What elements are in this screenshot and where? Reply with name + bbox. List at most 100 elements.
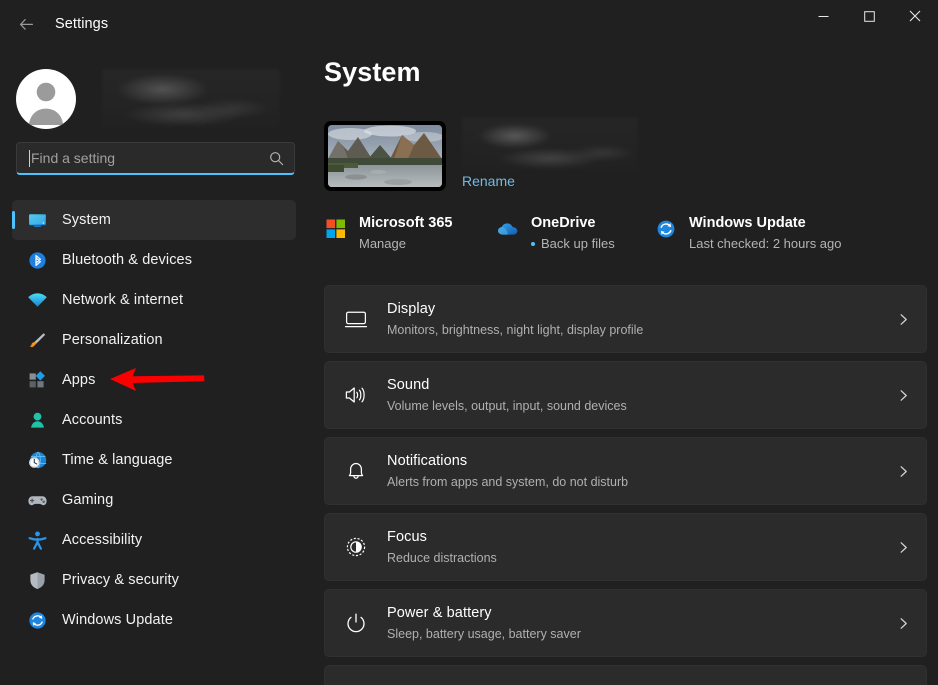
settings-card-focus[interactable]: Focus Reduce distractions (324, 513, 927, 581)
settings-card-power-battery[interactable]: Power & battery Sleep, battery usage, ba… (324, 589, 927, 657)
accessibility-icon (26, 529, 48, 551)
card-title: Power & battery (387, 605, 492, 621)
chevron-right-icon (897, 389, 910, 402)
window-title: Settings (55, 16, 109, 32)
quick-link-sub: Last checked: 2 hours ago (689, 236, 842, 251)
sidebar-item-accessibility[interactable]: Accessibility (12, 520, 296, 560)
quick-link-sub: Manage (359, 236, 406, 251)
maximize-button[interactable] (846, 0, 892, 32)
search-box[interactable] (16, 142, 295, 175)
quick-link-title: OneDrive (531, 215, 596, 231)
text-caret (29, 149, 30, 167)
profile-name-redacted (102, 69, 280, 129)
quick-link-title: Windows Update (689, 215, 806, 231)
card-subtitle: Sleep, battery usage, battery saver (387, 627, 581, 641)
display-monitor-icon (343, 306, 369, 332)
shield-icon (26, 569, 48, 591)
chevron-right-icon (897, 313, 910, 326)
chevron-right-icon (897, 465, 910, 478)
sidebar: System Bluetooth & devices (0, 48, 312, 685)
accounts-icon (26, 409, 48, 431)
settings-card-partial-next[interactable] (324, 665, 927, 685)
settings-card-notifications[interactable]: Notifications Alerts from apps and syste… (324, 437, 927, 505)
desktop-wallpaper-thumbnail (328, 125, 442, 187)
quick-links-row: Microsoft 365 Manage OneDrive Back up fi… (324, 213, 924, 255)
sidebar-item-label: Apps (62, 372, 96, 388)
avatar (16, 69, 76, 129)
sidebar-item-label: Gaming (62, 492, 114, 508)
card-subtitle: Volume levels, output, input, sound devi… (387, 399, 627, 413)
user-avatar-icon (16, 69, 76, 129)
sidebar-item-label: Network & internet (62, 292, 184, 308)
card-subtitle: Monitors, brightness, night light, displ… (387, 323, 644, 337)
sidebar-item-privacy-security[interactable]: Privacy & security (12, 560, 296, 600)
window-controls (800, 0, 938, 32)
card-title: Display (387, 301, 436, 317)
chevron-right-icon (897, 617, 910, 630)
sidebar-item-label: Windows Update (62, 612, 174, 628)
user-profile[interactable] (16, 62, 298, 136)
microsoft-365-icon (324, 217, 348, 241)
close-button[interactable] (892, 0, 938, 32)
sidebar-item-windows-update[interactable]: Windows Update (12, 600, 296, 640)
focus-icon (343, 534, 369, 560)
sidebar-item-label: Accounts (62, 412, 123, 428)
status-dot-icon (531, 241, 535, 246)
sidebar-item-label: Time & language (62, 452, 173, 468)
rename-link[interactable]: Rename (462, 173, 515, 189)
quick-link-sub-text: Back up files (541, 236, 615, 251)
minimize-icon (818, 11, 829, 22)
back-arrow-icon (18, 16, 35, 33)
card-title: Notifications (387, 453, 468, 469)
settings-card-display[interactable]: Display Monitors, brightness, night ligh… (324, 285, 927, 353)
sidebar-item-label: Personalization (62, 332, 163, 348)
update-refresh-icon (654, 217, 678, 241)
sidebar-item-bluetooth-devices[interactable]: Bluetooth & devices (12, 240, 296, 280)
title-bar: Settings (0, 0, 938, 48)
sidebar-item-label: System (62, 212, 111, 228)
settings-cards: Display Monitors, brightness, night ligh… (324, 285, 927, 685)
maximize-icon (863, 10, 875, 22)
quick-link-onedrive[interactable]: OneDrive Back up files (496, 213, 615, 253)
sidebar-item-time-language[interactable]: Time & language (12, 440, 296, 480)
main-content: System Rename Microsoft 365 Manage OneDr… (312, 48, 938, 685)
sidebar-item-gaming[interactable]: Gaming (12, 480, 296, 520)
bell-icon (343, 458, 369, 484)
monitor-icon (26, 209, 48, 231)
gamepad-icon (26, 489, 48, 511)
card-title: Focus (387, 529, 427, 545)
sidebar-item-label: Accessibility (62, 532, 143, 548)
apps-icon (26, 369, 48, 391)
wifi-icon (26, 289, 48, 311)
minimize-button[interactable] (800, 0, 846, 32)
sidebar-item-label: Privacy & security (62, 572, 180, 588)
update-refresh-icon (26, 609, 48, 631)
settings-card-sound[interactable]: Sound Volume levels, output, input, soun… (324, 361, 927, 429)
sidebar-item-accounts[interactable]: Accounts (12, 400, 296, 440)
sidebar-item-system[interactable]: System (12, 200, 296, 240)
paintbrush-icon (26, 329, 48, 351)
sidebar-item-apps[interactable]: Apps (12, 360, 296, 400)
quick-link-sub: Back up files (531, 234, 615, 253)
search-input[interactable] (31, 143, 263, 173)
chevron-right-icon (897, 541, 910, 554)
sidebar-item-label: Bluetooth & devices (62, 252, 193, 268)
card-title: Sound (387, 377, 430, 393)
card-subtitle: Alerts from apps and system, do not dist… (387, 475, 629, 489)
close-icon (909, 10, 921, 22)
page-title: System (324, 57, 421, 87)
device-hero: Rename (324, 117, 924, 199)
settings-window: Settings Find a setting System Bluetooth… (0, 0, 938, 685)
power-icon (343, 610, 369, 636)
quick-link-windows-update[interactable]: Windows Update Last checked: 2 hours ago (654, 213, 842, 253)
sidebar-item-personalization[interactable]: Personalization (12, 320, 296, 360)
quick-link-title: Microsoft 365 (359, 215, 453, 231)
sidebar-item-network-internet[interactable]: Network & internet (12, 280, 296, 320)
quick-link-microsoft-365[interactable]: Microsoft 365 Manage (324, 213, 452, 253)
onedrive-icon (496, 217, 520, 241)
clock-globe-icon (26, 449, 48, 471)
sidebar-nav: System Bluetooth & devices Network & int… (0, 200, 312, 640)
device-name-redacted (462, 117, 638, 173)
back-button[interactable] (9, 7, 43, 41)
search-icon[interactable] (269, 151, 284, 166)
